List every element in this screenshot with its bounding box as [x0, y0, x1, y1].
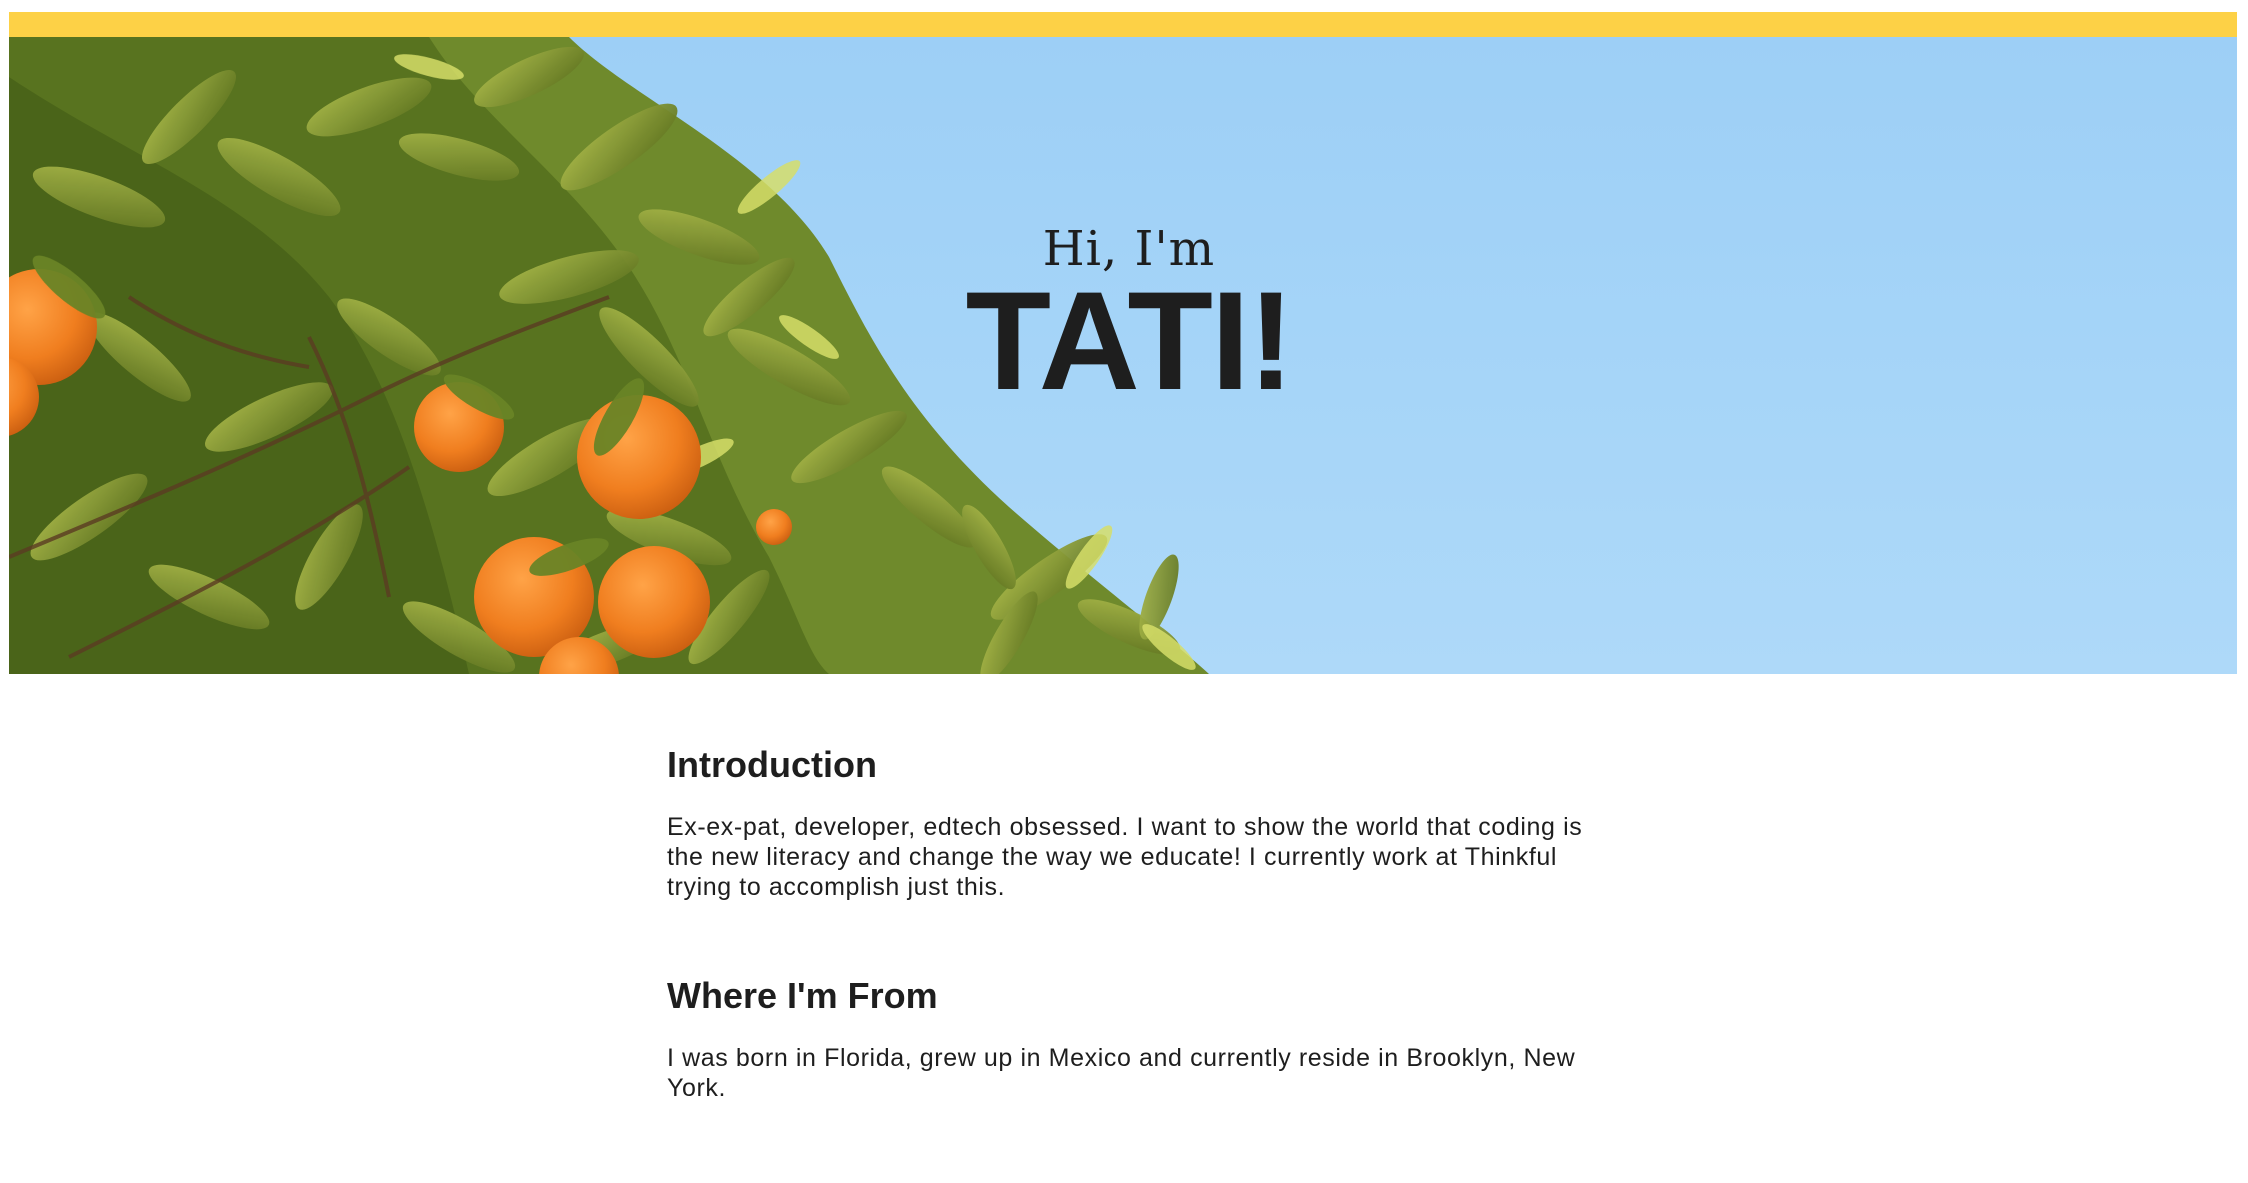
section-text: I was born in Florida, grew up in Mexico… [667, 1044, 1576, 1102]
section-title: Introduction [667, 744, 877, 785]
hero-heading: Hi, I'm TATI! [709, 220, 1549, 419]
hero-name: TATI! [965, 262, 1295, 419]
top-accent-bar [9, 12, 2237, 37]
main-content: Introduction Ex-ex-pat, developer, edtec… [667, 743, 1587, 1103]
section-title: Where I'm From [667, 975, 938, 1016]
hero-banner: Hi, I'm TATI! [9, 37, 2237, 674]
section-where-from: Where I'm From I was born in Florida, gr… [667, 974, 1587, 1103]
page: Hi, I'm TATI! Introduction Ex-ex-pat, de… [0, 0, 2248, 1183]
section-text: Ex-ex-pat, developer, edtech obsessed. I… [667, 813, 1583, 901]
section-introduction: Introduction Ex-ex-pat, developer, edtec… [667, 743, 1587, 902]
